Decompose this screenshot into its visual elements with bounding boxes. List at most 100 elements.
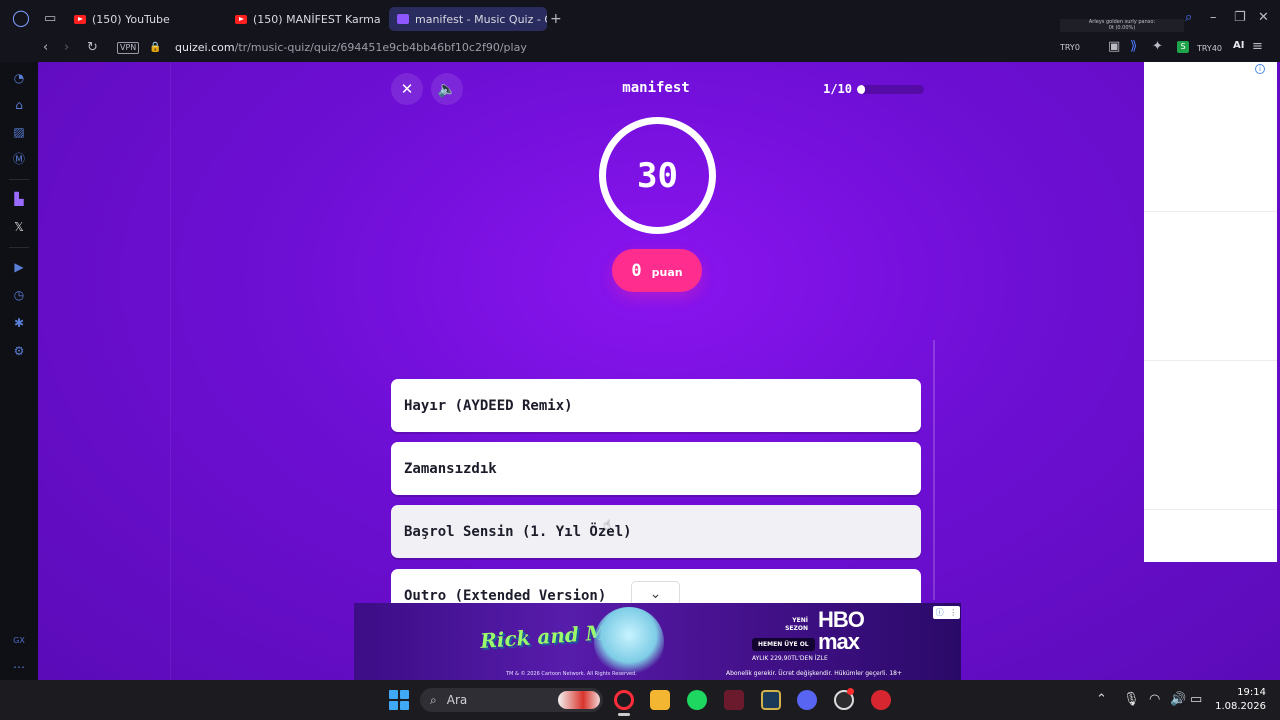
right-ad-banner[interactable]: i: [1144, 62, 1277, 562]
extension-wave-icon[interactable]: ⟫: [1130, 39, 1137, 55]
ad-copyright: TM & © 2026 Cartoon Network. All Rights …: [506, 671, 637, 677]
extension-tl[interactable]: TRY40: [1197, 44, 1222, 53]
ad-new-season: YENİ SEZON: [785, 617, 808, 632]
ad-info-icon[interactable]: ⓘ: [936, 607, 944, 618]
wifi-icon[interactable]: ◠: [1149, 692, 1160, 708]
twitch-icon[interactable]: ▙: [11, 191, 27, 207]
menu-icon[interactable]: ≡: [1252, 39, 1263, 55]
close-icon: ✕: [400, 80, 414, 98]
gx-corner-icon[interactable]: ▨: [11, 124, 27, 140]
history-icon[interactable]: ◷: [11, 287, 27, 303]
sidebar-divider: [9, 179, 29, 180]
score-pill: 0 puan: [612, 249, 702, 292]
search-highlight-image[interactable]: [558, 691, 600, 709]
extension-s-icon[interactable]: S: [1177, 41, 1189, 53]
close-window-icon[interactable]: ✕: [1258, 10, 1269, 26]
extension-image-icon[interactable]: ▣: [1108, 39, 1120, 55]
lock-icon: 🔒: [149, 42, 162, 53]
spotify-icon[interactable]: [687, 690, 707, 710]
settings-icon[interactable]: ⚙: [11, 343, 27, 359]
ad-divider: [1144, 211, 1277, 212]
ai-button[interactable]: AI: [1233, 40, 1244, 51]
notification-badge: [847, 688, 854, 695]
youtube-icon: [235, 14, 247, 24]
sidebar-divider: [9, 247, 29, 248]
app-icon-red[interactable]: [871, 690, 891, 710]
vpn-badge[interactable]: VPN: [117, 42, 140, 54]
restore-icon[interactable]: ❐: [1234, 10, 1246, 26]
ad-more-icon[interactable]: ⋮: [949, 608, 957, 617]
clock-date: 1.08.2026: [1215, 701, 1266, 712]
player-icon[interactable]: ▶: [11, 259, 27, 275]
brand-line-2: max: [818, 629, 860, 654]
ad-cta-button[interactable]: HEMEN ÜYE OL: [752, 638, 815, 651]
brand-line-1: HBO: [818, 607, 865, 632]
discord-icon[interactable]: [797, 690, 817, 710]
opera-gx-taskbar-icon[interactable]: [614, 690, 634, 710]
forward-icon[interactable]: ›: [64, 40, 69, 56]
file-explorer-icon[interactable]: [650, 690, 670, 710]
app-icon-v[interactable]: [724, 690, 744, 710]
tab-youtube[interactable]: (150) YouTube: [66, 7, 221, 31]
app-icon-ledger[interactable]: [761, 690, 781, 710]
progress-bar: [857, 85, 924, 94]
content-edge: [170, 62, 171, 680]
microphone-icon[interactable]: 🎙: [1123, 692, 1140, 708]
tab-label: (150) MANİFEST Karma Qu: [253, 12, 383, 26]
chevron-down-icon: ⌄: [649, 586, 662, 602]
mail-icon[interactable]: Ⓜ: [11, 151, 27, 167]
tab-menu-icon[interactable]: ▭: [44, 11, 56, 27]
ad-info-icon[interactable]: i: [1255, 64, 1265, 74]
windows-start-icon[interactable]: [389, 690, 409, 710]
scrollbar-track[interactable]: [933, 340, 935, 600]
extension-try[interactable]: TRY0: [1060, 43, 1080, 52]
tray-chevron-up-icon[interactable]: ⌃: [1096, 692, 1107, 708]
minimize-icon[interactable]: –: [1210, 10, 1217, 26]
search-tabs-icon[interactable]: ⌕: [1185, 10, 1192, 26]
answer-option-1[interactable]: Hayır (AYDEED Remix): [391, 379, 921, 432]
tab-manifest-karma[interactable]: (150) MANİFEST Karma Qu: [227, 7, 383, 31]
quizei-icon: [397, 14, 409, 24]
battery-icon[interactable]: ▭: [1190, 692, 1202, 708]
ad-disclaimer: Abonelik gerekir. Ücret değişkendir. Hük…: [726, 670, 902, 677]
ad-controls[interactable]: ⓘ ⋮: [933, 606, 960, 619]
sound-toggle-button[interactable]: 🔈: [431, 73, 463, 105]
extensions-puzzle-icon[interactable]: ✦: [1152, 39, 1163, 55]
speed-dial-icon[interactable]: ◔: [11, 70, 27, 86]
tab-music-quiz[interactable]: manifest - Music Quiz - Qu: [389, 7, 547, 31]
hbo-max-logo: HBO max: [818, 607, 865, 654]
windows-taskbar: [0, 680, 1280, 720]
new-tab-icon[interactable]: +: [550, 11, 562, 27]
extension-note-line: 0t (0.00%): [1108, 25, 1136, 31]
gx-logo-icon: GX: [13, 636, 25, 645]
volume-icon[interactable]: 🔊: [1170, 692, 1186, 708]
taskbar-search-placeholder: Ara: [446, 693, 468, 707]
opera-gx-logo-icon[interactable]: ◯: [12, 10, 30, 26]
youtube-icon: [74, 14, 86, 24]
more-icon[interactable]: ⋯: [11, 659, 27, 675]
reload-icon[interactable]: ↻: [87, 40, 98, 56]
tab-label: manifest - Music Quiz - Qu: [415, 12, 547, 26]
quiz-title: manifest: [622, 80, 690, 96]
url-field[interactable]: quizei.com/tr/music-quiz/quiz/694451e9cb…: [175, 41, 527, 54]
score-label: puan: [651, 265, 683, 279]
browser-sidebar: ◔ ⌂ ▨ Ⓜ ▙ 𝕏 ▶ ◷ ✱ ⚙ GX ⋯: [0, 62, 38, 680]
x-twitter-icon[interactable]: 𝕏: [11, 219, 27, 235]
bottom-ad-banner[interactable]: Rick and Morty TM & © 2026 Cartoon Netwo…: [354, 603, 961, 680]
answer-option-2[interactable]: Zamansızdık: [391, 442, 921, 495]
url-path: /tr/music-quiz/quiz/694451e9cb4bb46bf10c…: [234, 41, 527, 54]
extension-note: Arleys golden surly panso: 0t (0.00%): [1060, 19, 1184, 32]
taskbar-clock[interactable]: 19:14 1.08.2026: [1212, 686, 1266, 714]
rick-character-image: [594, 607, 664, 677]
clock-time: 19:14: [1237, 687, 1266, 698]
score-value: 0: [631, 260, 642, 281]
gx-control-icon[interactable]: ⌂: [11, 97, 27, 113]
back-icon[interactable]: ‹: [43, 40, 48, 56]
ad-divider: [1144, 360, 1277, 361]
active-app-indicator: [618, 713, 630, 716]
hand-cursor-icon: ☝: [603, 518, 611, 533]
answer-option-3[interactable]: Başrol Sensin (1. Yıl Özel): [391, 505, 921, 558]
close-quiz-button[interactable]: ✕: [391, 73, 423, 105]
extensions-icon[interactable]: ✱: [11, 315, 27, 331]
countdown-timer: 30: [599, 117, 716, 234]
